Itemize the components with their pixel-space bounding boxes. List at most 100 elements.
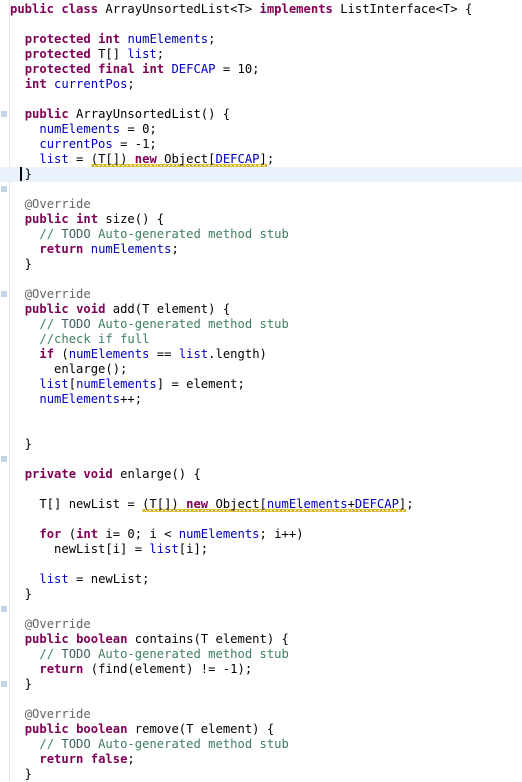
code-token: boolean — [76, 632, 128, 646]
code-token: list — [39, 572, 69, 586]
code-text-area[interactable]: public class ArrayUnsortedList<T> implem… — [0, 0, 522, 782]
code-line[interactable]: @Override — [10, 707, 91, 722]
fold-marker-icon[interactable] — [1, 681, 7, 687]
code-line[interactable]: T[] newList = (T[]) new Object[numElemen… — [10, 497, 414, 512]
code-line[interactable]: // TODO Auto-generated method stub — [10, 737, 289, 752]
code-line[interactable]: // TODO Auto-generated method stub — [10, 647, 289, 662]
code-line[interactable]: public ArrayUnsortedList() { — [10, 107, 230, 122]
code-line[interactable]: currentPos = -1; — [10, 137, 156, 152]
code-token: TODO — [61, 737, 91, 751]
code-token: numElements — [39, 122, 121, 136]
code-token: numElements — [127, 32, 209, 46]
code-line[interactable]: } — [10, 677, 32, 692]
code-line[interactable]: return (find(element) != -1); — [10, 662, 252, 677]
code-token: TODO — [61, 317, 91, 331]
code-token: ArrayUnsortedList<T> — [98, 2, 260, 16]
code-line[interactable]: protected final int DEFCAP = 10; — [10, 62, 260, 77]
code-line[interactable]: protected int numElements; — [10, 32, 216, 47]
code-token: //check if full — [39, 332, 150, 346]
code-line[interactable]: public boolean remove(T element) { — [10, 722, 275, 737]
code-token: ( — [61, 527, 77, 541]
code-line[interactable]: } — [10, 257, 32, 272]
code-token: @Override — [24, 707, 91, 721]
code-line[interactable]: @Override — [10, 287, 91, 302]
code-token-warning: (T[]) — [142, 497, 187, 511]
code-token: int — [24, 77, 47, 91]
code-token: Auto-generated method stub — [90, 737, 289, 751]
code-line[interactable]: protected T[] list; — [10, 47, 164, 62]
code-token: TODO — [61, 227, 91, 241]
code-line[interactable]: numElements = 0; — [10, 122, 157, 137]
code-line[interactable]: } — [10, 437, 32, 452]
code-line[interactable]: @Override — [10, 197, 91, 212]
code-token: } — [10, 767, 33, 781]
code-line[interactable]: private void enlarge() { — [10, 467, 201, 482]
code-line[interactable]: list = newList; — [10, 572, 149, 587]
code-line[interactable]: public class ArrayUnsortedList<T> implem… — [10, 2, 472, 17]
code-token: [i]; — [178, 542, 209, 556]
code-token: Auto-generated method stub — [90, 647, 289, 661]
code-line[interactable]: @Override — [10, 617, 91, 632]
code-line[interactable]: int currentPos; — [10, 77, 135, 92]
code-line[interactable]: for (int i= 0; i < numElements; i++) — [10, 527, 303, 542]
fold-marker-icon[interactable] — [1, 186, 7, 192]
code-line[interactable]: public int size() { — [10, 212, 164, 227]
code-token: class — [61, 2, 99, 16]
code-line[interactable]: } — [10, 767, 32, 782]
code-token: = newList; — [68, 572, 150, 586]
code-token: T[] newList = — [10, 497, 143, 511]
annotation-gutter[interactable] — [0, 0, 10, 782]
code-editor[interactable]: public class ArrayUnsortedList<T> implem… — [0, 0, 522, 782]
code-token: list — [127, 47, 157, 61]
code-token-warning: new — [186, 497, 209, 511]
code-line[interactable]: return false; — [10, 752, 135, 767]
code-token: } — [10, 257, 33, 271]
code-token: list — [39, 152, 69, 166]
code-token-warning: numElements — [266, 497, 348, 511]
code-line[interactable]: //check if full — [10, 332, 149, 347]
code-line[interactable]: newList[i] = list[i]; — [10, 542, 208, 557]
code-token: ArrayUnsortedList() { — [68, 107, 231, 121]
code-line[interactable]: if (numElements == list.length) — [10, 347, 267, 362]
code-line[interactable]: enlarge(); — [10, 362, 127, 377]
code-token: list — [39, 377, 69, 391]
code-token: void — [83, 467, 113, 481]
code-line[interactable]: list[numElements] = element; — [10, 377, 245, 392]
fold-marker-icon[interactable] — [1, 456, 7, 462]
code-token: protected — [24, 32, 91, 46]
code-line[interactable]: return numElements; — [10, 242, 178, 257]
code-line[interactable]: public void add(T element) { — [10, 302, 230, 317]
code-token-warning: + — [347, 497, 355, 511]
code-line[interactable]: numElements++; — [10, 392, 142, 407]
code-line[interactable]: // TODO Auto-generated method stub — [10, 317, 289, 332]
code-token: return — [39, 242, 84, 256]
code-token: } — [10, 677, 33, 691]
code-token: ; — [266, 152, 275, 166]
code-token: private — [24, 467, 77, 481]
code-token: public — [24, 302, 69, 316]
code-line[interactable]: // TODO Auto-generated method stub — [10, 227, 289, 242]
code-token: ; — [127, 752, 135, 766]
code-token: protected — [24, 47, 91, 61]
fold-marker-icon[interactable] — [1, 111, 7, 117]
code-line[interactable]: list = (T[]) new Object[DEFCAP]; — [10, 152, 274, 167]
code-token: implements — [259, 2, 333, 16]
fold-marker-icon[interactable] — [1, 606, 7, 612]
code-line[interactable]: public boolean contains(T element) { — [10, 632, 289, 647]
code-token: ] = element; — [156, 377, 245, 391]
fold-marker-icon[interactable] — [1, 291, 7, 297]
code-line[interactable]: } — [10, 587, 32, 602]
code-token: = 0; — [120, 122, 157, 136]
code-token: numElements — [90, 242, 172, 256]
